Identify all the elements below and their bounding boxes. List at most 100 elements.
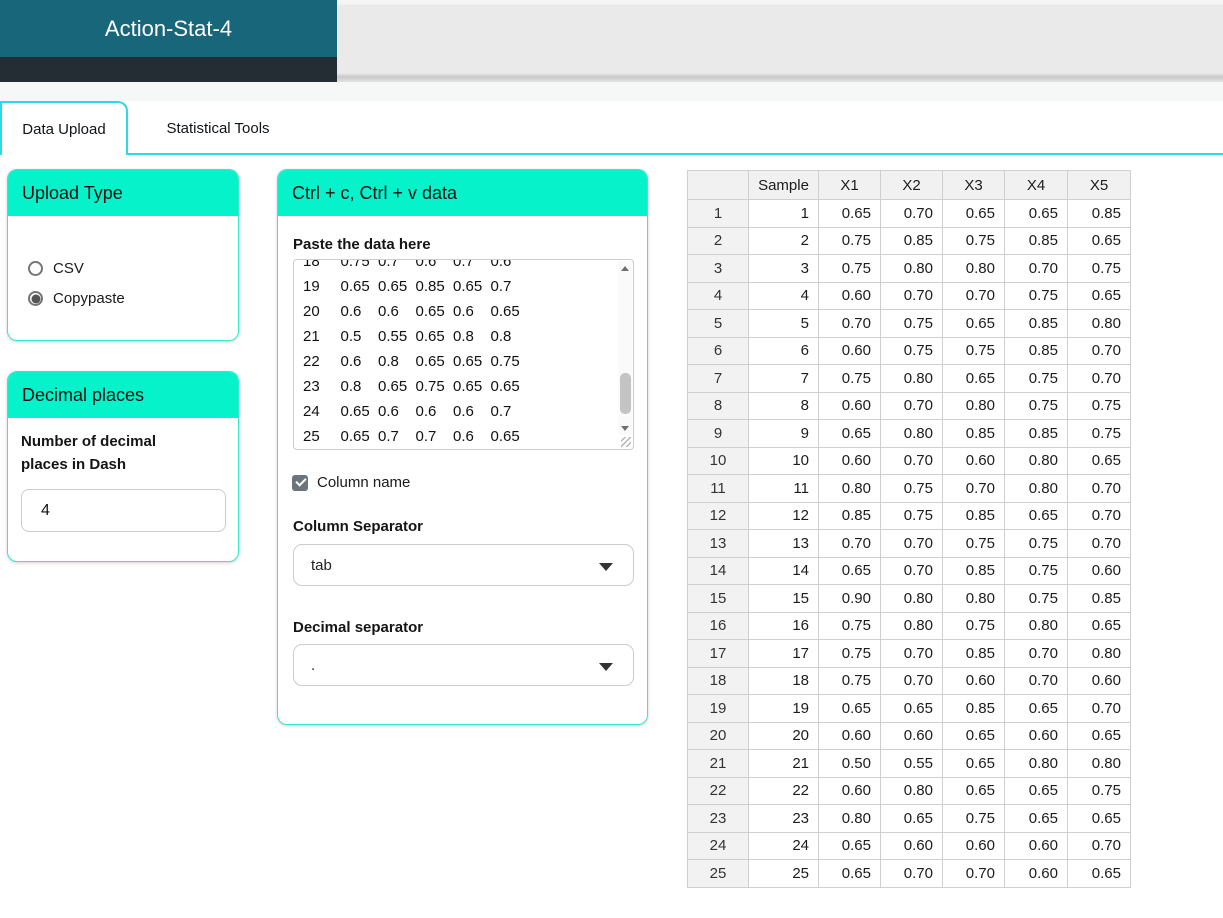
tab-statistical-tools[interactable]: Statistical Tools [128,101,308,155]
card-title: Upload Type [22,182,123,203]
data-cell: 0.60 [1067,666,1131,695]
header-divider-strip [0,82,1223,101]
decimal-places-header: Decimal places [8,372,238,418]
tab-label: Data Upload [22,120,106,138]
textarea-line: 24 0.65 0.6 0.6 0.6 0.7 [303,403,512,420]
row-index-cell: 14 [687,556,749,585]
radio-icon[interactable] [28,261,43,276]
data-cell: 0.60 [880,831,943,860]
data-cell: 0.75 [1067,391,1131,420]
data-cell: 3 [748,254,819,283]
textarea-line: 19 0.65 0.65 0.85 0.65 0.7 [303,278,512,295]
tab-data-upload[interactable]: Data Upload [0,101,128,155]
column-header: X5 [1067,170,1131,200]
column-header: X4 [1004,170,1068,200]
row-index-cell: 10 [687,446,749,475]
data-cell: 0.70 [1067,501,1131,530]
data-cell: 0.85 [1004,336,1068,365]
data-cell: 0.70 [880,639,943,668]
column-separator-label: Column Separator [293,518,424,535]
data-cell: 20 [748,721,819,750]
data-cell: 0.70 [1004,254,1068,283]
paste-textarea[interactable]: 18 0.75 0.7 0.6 0.7 0.6 19 0.65 0.65 0.85… [293,259,634,450]
tab-bar: Data Upload Statistical Tools [0,101,1223,156]
app-title: Action-Stat-4 [104,15,233,41]
decimal-places-label: Number of decimal places in Dash [21,433,157,473]
data-cell: 0.75 [942,336,1005,365]
data-cell: 0.65 [1004,776,1068,805]
data-cell: 0.65 [942,309,1005,338]
radio-label: Copypaste [53,290,125,307]
table-header-row: Sample X1 X2 X3 X4 X5 [687,170,1131,200]
data-cell: 0.85 [942,556,1005,585]
data-cell: 0.75 [1067,776,1131,805]
data-cell: 22 [748,776,819,805]
column-name-checkbox-row[interactable]: Column name [292,474,410,491]
decimal-places-input[interactable] [21,489,226,532]
table-row: 1 1 0.65 0.70 0.65 0.65 0.85 [687,199,1131,228]
data-cell: 0.80 [942,254,1005,283]
decimal-separator-select[interactable]: . [293,644,634,686]
column-name-label: Column name [317,474,411,491]
checkbox-icon[interactable] [292,474,308,491]
data-cell: 11 [748,474,819,503]
textarea-line: 21 0.5 0.55 0.65 0.8 0.8 [303,328,512,345]
data-cell: 0.65 [818,556,881,585]
column-separator-select[interactable]: tab [293,544,634,586]
data-cell: 0.60 [1004,831,1068,860]
table-row: 16 16 0.75 0.80 0.75 0.80 0.65 [687,611,1131,640]
data-cell: 0.75 [880,501,943,530]
data-cell: 0.85 [942,639,1005,668]
radio-label: CSV [53,260,84,277]
data-cell: 0.85 [942,694,1005,723]
decimal-separator-label: Decimal separator [293,619,424,636]
row-index-cell: 11 [687,474,749,503]
data-cell: 0.80 [1067,309,1131,338]
textarea-line: 18 0.75 0.7 0.6 0.7 0.6 [303,259,512,270]
resize-grip-icon[interactable] [621,437,631,447]
data-cell: 0.65 [942,364,1005,393]
row-index-cell: 12 [687,501,749,530]
selected-value: . [311,656,316,674]
column-header [687,170,749,200]
data-cell: 0.75 [818,254,881,283]
textarea-scrollbar[interactable] [618,261,632,435]
row-index-cell: 18 [687,666,749,695]
data-cell: 0.70 [880,446,943,475]
data-cell: 0.85 [1067,584,1131,613]
data-cell: 0.70 [942,474,1005,503]
data-cell: 0.65 [942,749,1005,778]
column-header: X3 [942,170,1005,200]
data-table: Sample X1 X2 X3 X4 X5 1 1 0.65 0.70 0.65 0.65 0.85 2… [687,170,1131,888]
row-index-cell: 1 [687,199,749,228]
table-row: 11 11 0.80 0.75 0.70 0.80 0.70 [687,474,1131,503]
data-cell: 0.75 [1004,364,1068,393]
row-index-cell: 23 [687,804,749,833]
data-cell: 0.75 [880,474,943,503]
row-index-cell: 5 [687,309,749,338]
radio-icon[interactable] [28,291,43,306]
scroll-down-icon[interactable] [618,421,632,435]
data-cell: 0.80 [880,611,943,640]
column-header: Sample [748,170,819,200]
column-header: X1 [818,170,881,200]
data-cell: 0.70 [880,666,943,695]
data-cell: 0.75 [1004,584,1068,613]
data-cell: 0.85 [1004,419,1068,448]
table-row: 13 13 0.70 0.70 0.75 0.75 0.70 [687,529,1131,558]
radio-option-csv[interactable]: CSV [28,260,84,277]
data-cell: 0.90 [818,584,881,613]
data-cell: 0.80 [880,419,943,448]
data-cell: 0.75 [818,666,881,695]
scroll-up-icon[interactable] [618,261,632,275]
data-cell: 0.70 [1004,639,1068,668]
radio-option-copypaste[interactable]: Copypaste [28,290,125,307]
data-cell: 1 [748,199,819,228]
row-index-cell: 19 [687,694,749,723]
card-title: Decimal places [22,384,145,405]
row-index-cell: 2 [687,226,749,255]
scrollbar-thumb[interactable] [619,373,631,414]
data-cell: 0.70 [942,859,1005,888]
row-index-cell: 13 [687,529,749,558]
data-cell: 0.80 [880,254,943,283]
